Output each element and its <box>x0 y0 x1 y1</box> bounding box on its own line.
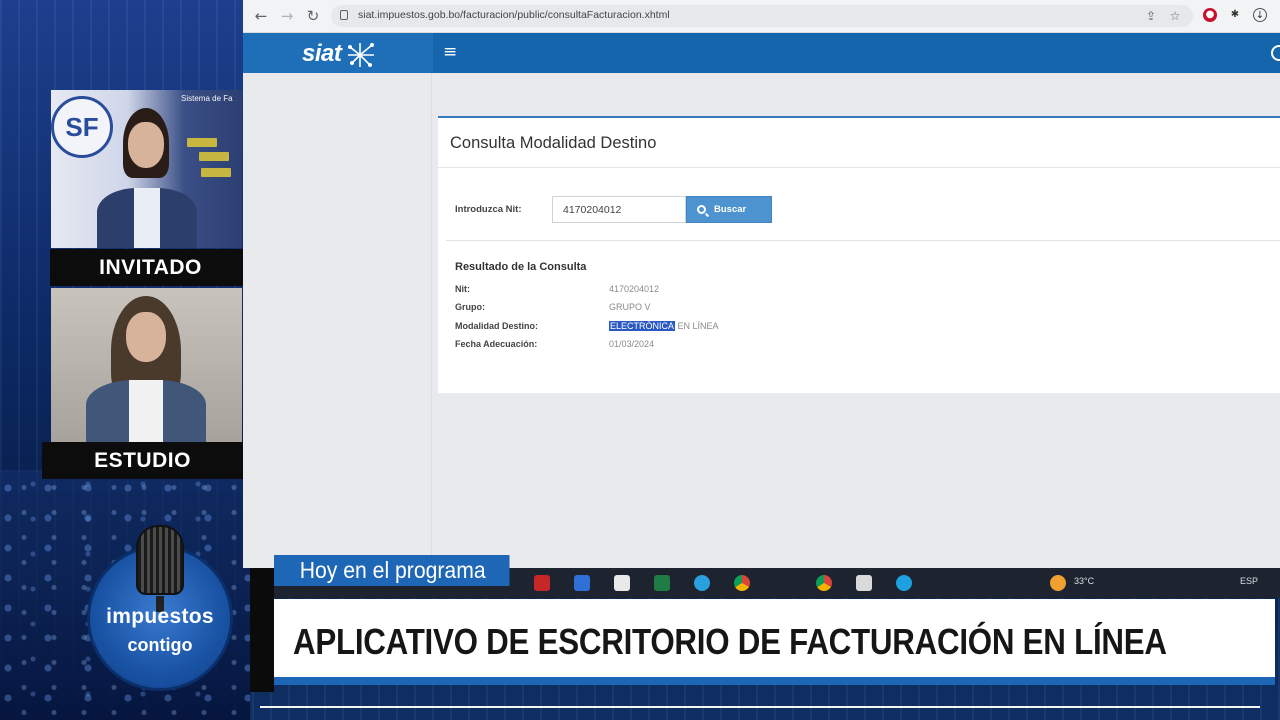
result-label-modalidad: Modalidad Destino: <box>455 321 538 331</box>
taskbar-excel-icon[interactable] <box>654 575 670 591</box>
extension-icon[interactable]: ● <box>1203 8 1217 22</box>
guest-video: SF Sistema de Fa <box>51 90 242 248</box>
lock-icon <box>340 10 348 20</box>
backdrop-caption: Sistema de Fa <box>181 94 233 103</box>
puzzle-icon[interactable]: ✱ <box>1228 8 1242 22</box>
search-button[interactable]: Buscar <box>686 196 772 223</box>
guest-shirt <box>134 188 160 248</box>
program-tab: Hoy en el programa <box>274 555 510 586</box>
siat-logo[interactable]: siat <box>302 40 342 68</box>
taskbar-app-icon[interactable] <box>574 575 590 591</box>
nit-input[interactable]: 4170204012 <box>552 196 686 223</box>
result-value-modalidad: ELECTRÓNICA EN LÍNEA <box>609 321 719 331</box>
host-face <box>126 312 166 362</box>
download-icon[interactable]: ↓ <box>1253 8 1267 22</box>
result-value-fecha: 01/03/2024 <box>609 339 655 349</box>
guest-person <box>91 108 201 248</box>
guest-face <box>128 122 164 168</box>
result-label-fecha: Fecha Adecuación: <box>455 339 538 349</box>
address-bar[interactable]: siat.impuestos.gob.bo/facturacion/public… <box>331 5 1193 27</box>
result-label-grupo: Grupo: <box>455 302 485 312</box>
result-label-nit: Nit: <box>455 284 470 294</box>
show-logo-title: impuestos <box>106 605 214 628</box>
taskbar-chrome-icon[interactable] <box>734 575 750 591</box>
consulta-panel: Consulta Modalidad Destino Introduzca Ni… <box>438 116 1280 393</box>
menu-toggle-icon[interactable]: ≡ <box>443 42 457 62</box>
taskbar-telegram-icon[interactable] <box>694 575 710 591</box>
backdrop-tile <box>199 152 229 161</box>
show-logo: impuestos contigo <box>80 520 240 691</box>
result-title: Resultado de la Consulta <box>455 261 587 273</box>
content-area: Consulta Modalidad Destino Introduzca Ni… <box>433 73 1280 568</box>
siat-header: siat ≡ <box>243 33 1280 73</box>
panel-title: Consulta Modalidad Destino <box>450 134 657 152</box>
divider <box>446 240 1280 241</box>
search-icon <box>697 205 706 214</box>
siat-spark-icon <box>348 43 374 67</box>
browser-window: ← → ↻ siat.impuestos.gob.bo/facturacion/… <box>243 0 1280 568</box>
taskbar-edge-icon[interactable] <box>896 575 912 591</box>
headline-bar: APLICATIVO DE ESCRITORIO DE FACTURACIÓN … <box>250 568 1275 692</box>
weather-icon <box>1050 575 1066 591</box>
microphone-icon <box>136 525 184 595</box>
forward-arrow-icon[interactable]: → <box>277 6 297 26</box>
backdrop-tile <box>201 168 231 177</box>
guest-label: INVITADO <box>50 249 251 286</box>
nit-input-value: 4170204012 <box>563 204 622 216</box>
taskbar-app-icon[interactable] <box>534 575 550 591</box>
studio-label: ESTUDIO <box>42 442 243 479</box>
selected-text: ELECTRÓNICA <box>609 321 676 331</box>
siat-brand: siat <box>243 33 433 73</box>
host-shirt <box>129 380 163 442</box>
back-arrow-icon[interactable]: ← <box>251 6 271 26</box>
bottom-rule <box>260 706 1260 708</box>
taskbar-temperature: 33°C <box>1074 576 1095 586</box>
search-button-label: Buscar <box>714 204 747 215</box>
show-logo-subtitle: contigo <box>127 635 193 655</box>
headline-text: APLICATIVO DE ESCRITORIO DE FACTURACIÓN … <box>293 621 1167 662</box>
user-icon[interactable] <box>1271 45 1280 61</box>
url-text: siat.impuestos.gob.bo/facturacion/public… <box>358 9 670 21</box>
nit-label: Introduzca Nit: <box>455 204 522 215</box>
divider <box>438 167 1280 168</box>
siat-page: siat ≡ Consulta Modalidad Destino Introd… <box>243 33 1280 568</box>
result-value-grupo: GRUPO V <box>609 302 651 312</box>
share-icon[interactable]: ⇪ <box>1143 8 1159 24</box>
browser-toolbar: ← → ↻ siat.impuestos.gob.bo/facturacion/… <box>243 0 1280 33</box>
studio-video <box>51 288 242 442</box>
sidebar <box>243 73 432 568</box>
taskbar-app-icon[interactable] <box>614 575 630 591</box>
taskbar-chrome-icon[interactable] <box>816 575 832 591</box>
reload-icon[interactable]: ↻ <box>303 6 323 26</box>
taskbar-app-icon[interactable] <box>856 575 872 591</box>
result-value-nit: 4170204012 <box>609 284 660 294</box>
bookmark-star-icon[interactable]: ☆ <box>1167 8 1183 24</box>
host-person <box>81 296 211 442</box>
taskbar-language[interactable]: ESP <box>1240 576 1258 586</box>
result-value-modalidad-rest: EN LÍNEA <box>675 321 719 331</box>
